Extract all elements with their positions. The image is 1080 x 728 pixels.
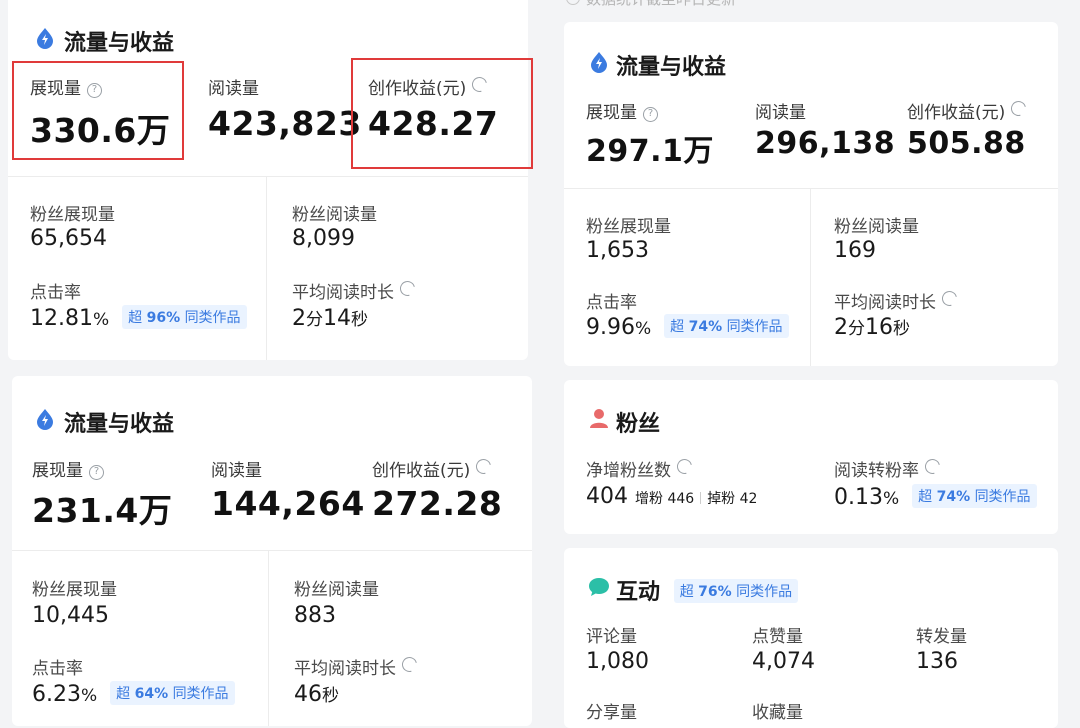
fan-impressions-label: 粉丝展现量 (30, 205, 115, 225)
net-fans-value: 404 增粉 446 掉粉 42 (586, 484, 758, 509)
refresh-icon[interactable] (1008, 98, 1030, 119)
divider (12, 550, 532, 551)
fan-reads-label: 粉丝阅读量 (834, 217, 919, 237)
update-hint: 数据统计截至昨日更新 (566, 0, 736, 9)
gain-fans: 增粉 446 (635, 491, 695, 507)
clock-icon (566, 0, 580, 5)
card-title: 流量与收益 (64, 412, 175, 437)
bolt-icon (591, 52, 607, 73)
fan-reads-value: 169 (834, 238, 876, 263)
refresh-icon[interactable] (674, 456, 695, 477)
refresh-icon[interactable] (399, 654, 420, 675)
refresh-icon[interactable] (397, 278, 418, 299)
impressions-label: 展现量? (586, 98, 658, 123)
highlight-box-impressions (12, 61, 184, 160)
earnings-label: 创作收益(元) (907, 98, 1030, 123)
earnings-value: 272.28 (372, 484, 503, 523)
impressions-value: 231.4万 (32, 491, 173, 530)
reads-label: 阅读量 (208, 79, 259, 99)
reads-value: 144,264 (211, 484, 365, 523)
earnings-label: 创作收益(元) (372, 456, 495, 481)
bolt-icon (37, 409, 53, 430)
refresh-icon[interactable] (922, 456, 943, 477)
percentile-badge: 超 76% 同类作品 (673, 579, 799, 603)
percentile-badge: 超 74% 同类作品 (912, 484, 1037, 508)
avg-read-time-value: 2分16秒 (834, 315, 910, 340)
impressions-label: 展现量? (32, 456, 104, 481)
chat-bubble-icon (589, 578, 609, 596)
fan-reads-value: 883 (294, 603, 336, 628)
fan-impressions-value: 10,445 (32, 603, 109, 628)
fan-impressions-value: 1,653 (586, 238, 649, 263)
card-title: 互动 超 76% 同类作品 (616, 574, 799, 606)
ctr-label: 点击率 (32, 659, 83, 679)
comments-label: 评论量 (586, 627, 637, 647)
fan-reads-label: 粉丝阅读量 (294, 580, 379, 600)
reposts-label: 转发量 (916, 627, 967, 647)
refresh-icon[interactable] (473, 456, 495, 477)
share-count-label: 分享量 (586, 703, 637, 723)
percentile-badge: 超 64% 同类作品 (110, 681, 235, 705)
reads-label: 阅读量 (755, 103, 806, 123)
fan-impressions-label: 粉丝展现量 (586, 217, 671, 237)
avg-read-time-label: 平均阅读时长 (294, 654, 420, 679)
percentile-badge: 超 96% 同类作品 (122, 305, 247, 329)
fan-reads-value: 8,099 (292, 226, 355, 251)
read-to-fan-rate-label: 阅读转粉率 (834, 456, 943, 481)
reposts-value: 136 (916, 649, 958, 674)
read-to-fan-rate-value: 0.13% 超 74% 同类作品 (834, 484, 1037, 510)
divider (268, 550, 269, 726)
help-icon[interactable]: ? (643, 107, 658, 122)
fan-impressions-label: 粉丝展现量 (32, 580, 117, 600)
earnings-value: 505.88 (907, 126, 1026, 161)
avg-read-time-label: 平均阅读时长 (834, 288, 960, 313)
reads-value: 423,823 (208, 104, 362, 143)
traffic-revenue-card-2: 流量与收益 展现量? 231.4万 阅读量 144,264 创作收益(元) 27… (12, 376, 532, 726)
lost-fans: 掉粉 42 (707, 491, 758, 507)
fan-reads-label: 粉丝阅读量 (292, 205, 377, 225)
reads-label: 阅读量 (211, 461, 262, 481)
divider (8, 176, 528, 177)
reads-value: 296,138 (755, 126, 896, 161)
card-title: 流量与收益 (64, 31, 175, 56)
refresh-icon[interactable] (939, 288, 960, 309)
fans-card: 粉丝 净增粉丝数 404 增粉 446 掉粉 42 阅读转粉率 0.13% 超 7… (564, 380, 1058, 534)
net-fans-label: 净增粉丝数 (586, 456, 695, 481)
help-icon[interactable]: ? (89, 465, 104, 480)
traffic-revenue-card-3: 流量与收益 展现量? 297.1万 阅读量 296,138 创作收益(元) 50… (564, 22, 1058, 366)
avg-read-time-value: 46秒 (294, 682, 339, 707)
divider (564, 188, 1058, 189)
traffic-revenue-card-1: 流量与收益 展现量? 330.6万 阅读量 423,823 创作收益(元) 42… (8, 0, 528, 360)
divider (266, 176, 267, 360)
highlight-box-earnings (351, 58, 533, 169)
favorites-label: 收藏量 (752, 703, 803, 723)
ctr-value: 12.81% 超 96% 同类作品 (30, 305, 247, 331)
avg-read-time-value: 2分14秒 (292, 306, 368, 331)
comments-value: 1,080 (586, 649, 649, 674)
card-title: 流量与收益 (616, 55, 727, 80)
avg-read-time-label: 平均阅读时长 (292, 278, 418, 303)
interaction-card: 互动 超 76% 同类作品 评论量 1,080 点赞量 4,074 转发量 13… (564, 548, 1058, 728)
card-title: 粉丝 (616, 412, 661, 437)
person-icon (590, 409, 608, 428)
ctr-value: 9.96% 超 74% 同类作品 (586, 314, 789, 340)
fan-impressions-value: 65,654 (30, 226, 107, 251)
bolt-icon (37, 28, 53, 49)
ctr-label: 点击率 (586, 293, 637, 313)
impressions-value: 297.1万 (586, 134, 714, 169)
percentile-badge: 超 74% 同类作品 (664, 314, 789, 338)
likes-label: 点赞量 (752, 627, 803, 647)
ctr-value: 6.23% 超 64% 同类作品 (32, 681, 235, 707)
likes-value: 4,074 (752, 649, 815, 674)
ctr-label: 点击率 (30, 283, 81, 303)
divider (810, 188, 811, 366)
